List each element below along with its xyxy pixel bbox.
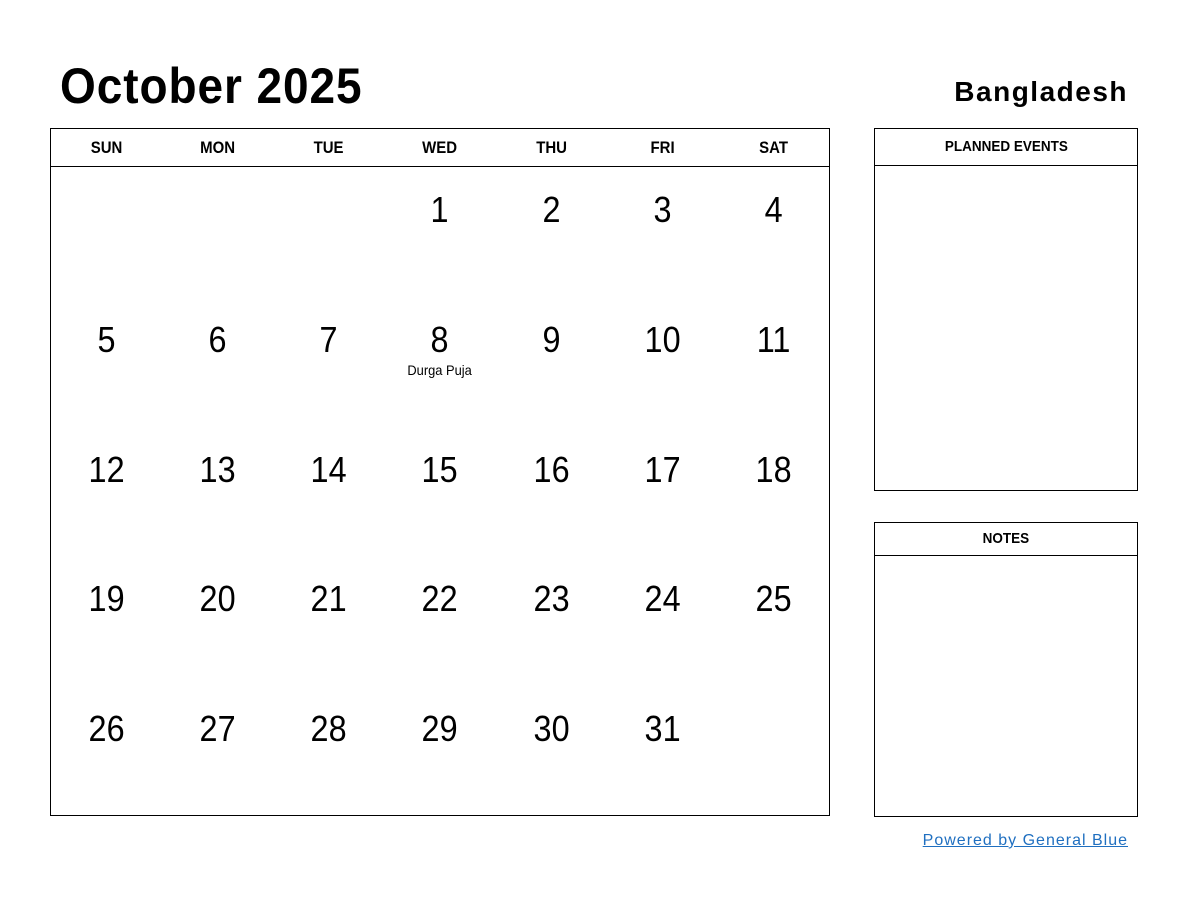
day-number: 29 xyxy=(421,708,459,750)
day-cell: 29 xyxy=(384,685,495,815)
day-number: 26 xyxy=(88,708,125,750)
day-cell xyxy=(51,166,162,296)
day-number: 23 xyxy=(533,578,570,620)
day-grid: 1 2 3 4 5 6 7 8 Durga Puja 9 10 11 12 13 14 15 16 17 18 19 2… xyxy=(51,166,829,815)
day-number: 16 xyxy=(533,448,570,490)
day-number: 17 xyxy=(644,448,681,490)
day-cell: 12 xyxy=(51,426,162,556)
day-cell: 9 xyxy=(496,296,607,426)
day-cell xyxy=(273,166,384,296)
notes-title: NOTES xyxy=(982,530,1030,547)
day-number: 30 xyxy=(533,708,570,750)
weekday-tue: TUE xyxy=(313,138,344,157)
country-label: Bangladesh xyxy=(954,76,1128,107)
day-number: 27 xyxy=(199,708,236,750)
day-number: 9 xyxy=(542,318,561,360)
day-number: 25 xyxy=(755,578,792,620)
day-number: 11 xyxy=(756,318,791,360)
day-cell: 22 xyxy=(384,555,495,685)
planned-events-panel: PLANNED EVENTS xyxy=(874,128,1138,491)
weekday-sat: SAT xyxy=(758,138,788,157)
day-cell: 14 xyxy=(273,426,384,556)
day-cell: 30 xyxy=(496,685,607,815)
notes-header: NOTES xyxy=(875,523,1137,556)
day-cell xyxy=(162,166,273,296)
day-number: 7 xyxy=(319,318,338,360)
weekday-wed: WED xyxy=(422,138,458,157)
day-number: 12 xyxy=(88,448,125,490)
day-number: 20 xyxy=(199,578,236,620)
day-cell: 2 xyxy=(496,166,607,296)
day-cell: 13 xyxy=(162,426,273,556)
day-number: 8 xyxy=(430,318,449,360)
weekday-thu: THU xyxy=(535,138,567,157)
powered-by-link[interactable]: Powered by General Blue xyxy=(923,832,1128,850)
day-cell: 6 xyxy=(162,296,273,426)
day-number: 10 xyxy=(644,318,681,360)
weekday-sun: SUN xyxy=(90,138,123,157)
calendar-grid: SUN MON TUE WED THU FRI SAT 1 2 3 4 5 6 7 8 Durg… xyxy=(50,128,830,816)
page-title: October 2025 xyxy=(60,58,363,114)
day-number: 15 xyxy=(421,448,459,490)
day-cell: 10 xyxy=(607,296,718,426)
day-cell: 24 xyxy=(607,555,718,685)
notes-panel: NOTES xyxy=(874,522,1138,817)
day-number: 18 xyxy=(755,448,792,490)
day-number: 6 xyxy=(208,318,227,360)
day-number: 1 xyxy=(430,189,449,230)
day-number: 31 xyxy=(644,708,681,750)
day-cell: 19 xyxy=(51,555,162,685)
day-number: 19 xyxy=(88,578,125,620)
day-number: 13 xyxy=(199,448,236,490)
day-cell: 4 xyxy=(718,166,829,296)
day-cell: 11 xyxy=(718,296,829,426)
day-cell: 26 xyxy=(51,685,162,815)
day-number: 24 xyxy=(644,578,681,620)
day-cell xyxy=(718,685,829,815)
day-cell: 27 xyxy=(162,685,273,815)
day-cell: 3 xyxy=(607,166,718,296)
day-number: 2 xyxy=(542,189,561,230)
day-number: 4 xyxy=(764,189,783,230)
planned-events-title: PLANNED EVENTS xyxy=(944,138,1068,155)
day-cell: 28 xyxy=(273,685,384,815)
day-number: 3 xyxy=(653,189,672,230)
day-cell: 20 xyxy=(162,555,273,685)
day-number: 28 xyxy=(310,708,347,750)
weekday-mon: MON xyxy=(200,138,236,157)
day-number: 5 xyxy=(97,318,116,360)
day-number: 22 xyxy=(421,578,459,620)
day-cell: 21 xyxy=(273,555,384,685)
day-cell: 7 xyxy=(273,296,384,426)
day-number: 14 xyxy=(310,448,347,490)
planned-events-header: PLANNED EVENTS xyxy=(875,129,1137,166)
holiday-label: Durga Puja xyxy=(407,361,473,378)
day-cell: 23 xyxy=(496,555,607,685)
day-cell: 8 Durga Puja xyxy=(384,296,495,426)
day-cell: 18 xyxy=(718,426,829,556)
day-cell: 1 xyxy=(384,166,495,296)
day-cell: 5 xyxy=(51,296,162,426)
day-cell: 31 xyxy=(607,685,718,815)
day-cell: 25 xyxy=(718,555,829,685)
weekday-header: SUN MON TUE WED THU FRI SAT xyxy=(51,129,829,167)
day-number: 21 xyxy=(310,578,347,620)
day-cell: 15 xyxy=(384,426,495,556)
day-cell: 16 xyxy=(496,426,607,556)
weekday-fri: FRI xyxy=(650,138,675,157)
day-cell: 17 xyxy=(607,426,718,556)
